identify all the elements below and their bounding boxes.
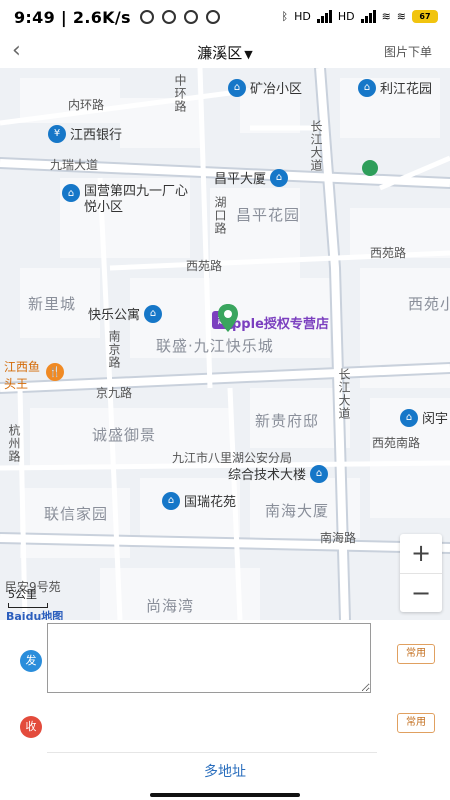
app-notify-icon [184, 10, 198, 24]
wifi-icon: ≋ [381, 9, 391, 23]
road-label: 西苑路 [370, 246, 407, 260]
nav-header: ‹ 濂溪区 ▼ 图片下单 [0, 36, 450, 68]
restaurant-icon[interactable]: 🍴 [46, 363, 64, 381]
map-area-label: 联盛·九江快乐城 [156, 337, 274, 355]
road-label: 长江大道 [337, 368, 351, 420]
building-icon: ⌂ [144, 304, 163, 323]
status-indicators: ᛒ HD HD ≋ ≋ 67 [281, 9, 438, 23]
app-notify-icon [162, 10, 176, 24]
location-pin-icon[interactable] [216, 304, 240, 332]
road-label: 西苑路 [186, 259, 223, 273]
poi-marker[interactable]: ¥ 江西银行 [48, 124, 122, 143]
alarm-icon [140, 10, 154, 24]
map-area-label: 新贵府邸 [255, 412, 320, 430]
building-icon: ⌂ [310, 464, 329, 483]
building-icon: ⌂ [162, 491, 180, 510]
district-label: 濂溪区 [197, 44, 243, 62]
zoom-control: + − [400, 534, 442, 612]
battery-icon: 67 [412, 9, 438, 23]
network-label-a: HD [294, 9, 311, 23]
signal-icon [316, 9, 332, 23]
multi-address-button[interactable]: 多地址 [0, 761, 450, 781]
poi-marker[interactable]: ⌂ 综合技术大楼 [228, 464, 329, 483]
road-label: 长江大道 [309, 120, 323, 172]
poi-marker[interactable]: ⌂ 昌平大厦 [214, 168, 289, 187]
road-label: 中环路 [173, 74, 187, 113]
map-area-label: 尚海湾 [146, 597, 195, 615]
map-area-label: 新里城 [28, 295, 77, 313]
bluetooth-icon: ᛒ [281, 9, 289, 23]
poi-marker[interactable]: ⌂ 矿冶小区 [228, 78, 302, 97]
sender-common-button[interactable]: 常用 [397, 644, 435, 664]
building-icon: ⌂ [270, 168, 289, 187]
road-label: 内环路 [68, 98, 105, 112]
road-label: 西苑南路 [372, 436, 421, 450]
zoom-in-button[interactable]: + [400, 534, 442, 574]
status-time: 9:49 | 2.6K/s [14, 8, 131, 27]
poi-marker[interactable]: ⌂ 利江花园 [358, 78, 432, 97]
building-icon: ⌂ [400, 408, 418, 427]
bank-icon: ¥ [48, 124, 66, 143]
map-area-label: 诚盛御景 [92, 426, 157, 444]
map-view[interactable]: ⌂ 矿冶小区 ⌂ 利江花园 ¥ 江西银行 ⌂ 国营第四九一厂心悦小区 ⌂ 昌平大厦 ⌂ 快乐… [0, 68, 450, 620]
road-label: 湖口路 [213, 196, 227, 235]
image-order-button[interactable]: 图片下单 [384, 43, 432, 60]
sender-tag: 发 [20, 650, 42, 672]
map-scale: 5公里 [8, 586, 48, 608]
sender-address-input[interactable] [47, 623, 371, 693]
poi-marker[interactable]: ⌂ 快乐公寓 [88, 304, 163, 323]
building-icon: ⌂ [62, 184, 80, 202]
zoom-out-button[interactable]: − [400, 574, 442, 613]
home-indicator[interactable] [150, 793, 300, 797]
building-icon: ⌂ [358, 78, 376, 97]
map-area-label: 昌平花园 [236, 206, 301, 224]
map-area-label: 西苑小 [408, 295, 450, 313]
road-label: 京九路 [96, 386, 133, 400]
road-label: 九瑞大道 [50, 158, 99, 172]
status-bar: 9:49 | 2.6K/s ᛒ HD HD ≋ ≋ 67 [0, 0, 450, 36]
receiver-common-button[interactable]: 常用 [397, 713, 435, 733]
baidu-logo: Baidu地图 [6, 610, 64, 620]
divider [47, 752, 377, 753]
map-area-label: 联信家园 [44, 505, 109, 523]
road-label: 南海路 [320, 531, 357, 545]
district-selector[interactable]: 濂溪区 ▼ [0, 42, 450, 63]
address-form: 发 常用 收 常用 多地址 [0, 620, 450, 800]
store-label: pple授权专营店 [232, 317, 329, 332]
building-icon: ⌂ [228, 78, 246, 97]
restaurant-label: 江西鱼头王 [4, 360, 41, 391]
scale-label: 5公里 [8, 588, 37, 601]
road-label: 南京路 [107, 330, 121, 369]
app-notify-icon [206, 10, 220, 24]
receiver-tag: 收 [20, 716, 42, 738]
wifi-icon-2: ≋ [396, 9, 406, 23]
signal-icon-2 [360, 9, 376, 23]
poi-marker[interactable]: ⌂ 国营第四九一厂心悦小区 [62, 184, 192, 216]
road-label: 九江市八里湖公安分局 [172, 451, 293, 465]
notification-icons [140, 10, 220, 24]
network-label-b: HD [337, 9, 355, 23]
road-label: 杭州路 [7, 424, 21, 463]
poi-marker[interactable]: ⌂ 国瑞花苑 [162, 491, 236, 510]
map-area-label: 南海大厦 [265, 502, 330, 520]
poi-marker[interactable]: ⌂ 闵宇 [400, 408, 448, 427]
caret-down-icon: ▼ [244, 48, 253, 61]
